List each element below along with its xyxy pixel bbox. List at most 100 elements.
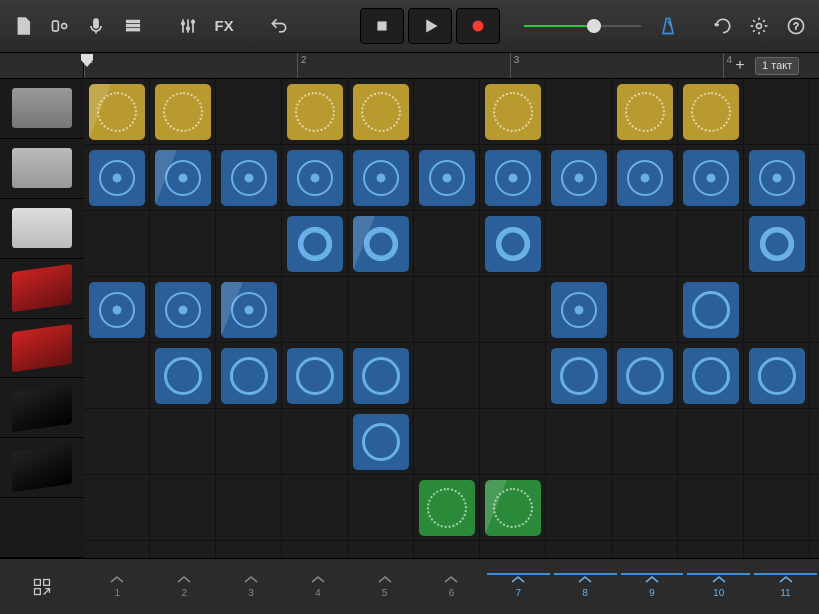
cell[interactable] (480, 343, 546, 409)
column-trigger[interactable]: 3 (218, 574, 285, 599)
cell[interactable] (744, 409, 810, 475)
column-trigger[interactable]: 11 (752, 574, 819, 599)
fx-icon[interactable]: FX (209, 9, 239, 43)
cell[interactable] (612, 475, 678, 541)
loop-cell[interactable] (683, 282, 739, 338)
loop-cell[interactable] (287, 216, 343, 272)
loop-browser-icon[interactable] (708, 9, 738, 43)
cell[interactable] (84, 409, 150, 475)
loop-cell[interactable] (155, 150, 211, 206)
loop-cell[interactable] (287, 84, 343, 140)
cell[interactable] (546, 211, 612, 277)
loop-cell[interactable] (155, 84, 211, 140)
cell[interactable] (348, 475, 414, 541)
cell[interactable] (678, 211, 744, 277)
loop-cell[interactable] (155, 348, 211, 404)
track-header-keys-black-1[interactable] (0, 378, 84, 438)
loop-cell[interactable] (89, 150, 145, 206)
cell[interactable] (414, 409, 480, 475)
section-length-badge[interactable]: 1 такт (755, 57, 799, 75)
cell[interactable] (678, 409, 744, 475)
loop-cell[interactable] (419, 150, 475, 206)
cell[interactable] (282, 145, 348, 211)
play-button[interactable] (408, 8, 452, 44)
loop-cell[interactable] (221, 348, 277, 404)
cell[interactable] (282, 343, 348, 409)
cell[interactable] (150, 145, 216, 211)
cell[interactable] (216, 475, 282, 541)
cell[interactable] (150, 211, 216, 277)
loop-cell[interactable] (485, 480, 541, 536)
cell[interactable] (84, 79, 150, 145)
track-header-synth-bass[interactable] (0, 199, 84, 259)
cell[interactable] (282, 277, 348, 343)
cell[interactable] (744, 145, 810, 211)
cell[interactable] (216, 277, 282, 343)
cell[interactable] (348, 79, 414, 145)
loop-cell[interactable] (221, 282, 277, 338)
cell[interactable] (84, 541, 150, 558)
cell[interactable] (678, 541, 744, 558)
cell[interactable] (546, 475, 612, 541)
column-trigger[interactable]: 9 (619, 574, 686, 599)
track-header-drum-machine-2[interactable] (0, 139, 84, 199)
cell[interactable] (480, 409, 546, 475)
track-header-keys-red-1[interactable] (0, 259, 84, 319)
loop-cell[interactable] (287, 150, 343, 206)
loop-cell[interactable] (353, 216, 409, 272)
cell[interactable] (348, 145, 414, 211)
cell[interactable] (546, 145, 612, 211)
ruler[interactable]: 1 2 3 4 + 1 такт (0, 53, 819, 79)
cell[interactable] (216, 211, 282, 277)
cell[interactable] (282, 541, 348, 558)
loop-cell[interactable] (485, 216, 541, 272)
cell[interactable] (150, 343, 216, 409)
cell[interactable] (744, 211, 810, 277)
record-button[interactable] (456, 8, 500, 44)
cell[interactable] (348, 211, 414, 277)
cell[interactable] (744, 475, 810, 541)
cell[interactable] (414, 343, 480, 409)
cell[interactable] (546, 79, 612, 145)
loop-cell[interactable] (419, 480, 475, 536)
column-trigger[interactable]: 4 (284, 574, 351, 599)
cell[interactable] (678, 79, 744, 145)
cell[interactable] (678, 475, 744, 541)
cell[interactable] (480, 211, 546, 277)
cell[interactable] (348, 541, 414, 558)
cell[interactable] (678, 343, 744, 409)
column-trigger[interactable]: 10 (685, 574, 752, 599)
cell[interactable] (678, 277, 744, 343)
cell[interactable] (744, 343, 810, 409)
loop-cell[interactable] (221, 150, 277, 206)
cell[interactable] (282, 79, 348, 145)
cell[interactable] (150, 475, 216, 541)
stop-button[interactable] (360, 8, 404, 44)
column-trigger[interactable]: 6 (418, 574, 485, 599)
loop-cell[interactable] (551, 282, 607, 338)
undo-icon[interactable] (264, 9, 294, 43)
cell[interactable] (480, 475, 546, 541)
settings-icon[interactable] (744, 9, 774, 43)
cell[interactable] (84, 343, 150, 409)
cell[interactable] (612, 145, 678, 211)
loop-cell[interactable] (485, 150, 541, 206)
cell[interactable] (150, 277, 216, 343)
grid-edit-icon[interactable] (25, 570, 59, 604)
cell[interactable] (612, 211, 678, 277)
cell[interactable] (414, 541, 480, 558)
cell[interactable] (216, 145, 282, 211)
cell[interactable] (282, 211, 348, 277)
loop-cell[interactable] (89, 84, 145, 140)
cell[interactable] (414, 211, 480, 277)
metronome-icon[interactable] (653, 9, 683, 43)
loop-cell[interactable] (353, 348, 409, 404)
cell[interactable] (348, 277, 414, 343)
cell[interactable] (480, 277, 546, 343)
tracks-icon[interactable] (117, 9, 147, 43)
cell[interactable] (546, 277, 612, 343)
cell[interactable] (84, 475, 150, 541)
cell[interactable] (84, 145, 150, 211)
loop-cell[interactable] (353, 84, 409, 140)
cell[interactable] (744, 541, 810, 558)
